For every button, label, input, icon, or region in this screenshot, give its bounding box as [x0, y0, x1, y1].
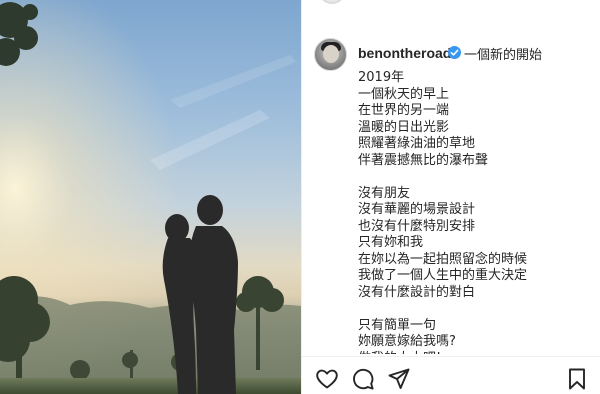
- action-bar: [302, 362, 600, 394]
- heart-icon: [316, 369, 338, 389]
- paper-plane-icon: [388, 368, 410, 389]
- caption-line: 伴著震撼無比的瀑布聲: [358, 152, 489, 168]
- caption-line: 在世界的另一端: [358, 103, 450, 118]
- photo-scene: [0, 0, 301, 394]
- like-button[interactable]: [314, 366, 340, 392]
- post-side-panel: benontheroad 一個新的開始 2019年 一個秋天的早上 在世界的另一端溫…: [302, 0, 600, 394]
- comment-icon: [353, 368, 374, 390]
- header-caption: 一個新的開始: [464, 48, 543, 63]
- avatar[interactable]: [314, 38, 347, 71]
- save-button[interactable]: [564, 366, 590, 392]
- share-button[interactable]: [386, 366, 412, 392]
- username-link[interactable]: benontheroad: [358, 45, 451, 61]
- caption-line: 溫暖的日出光影: [358, 119, 450, 135]
- caption-line: 只有妳和我: [358, 235, 424, 250]
- bookmark-icon: [569, 368, 585, 390]
- verified-badge-icon: [448, 46, 461, 59]
- caption-line: 照耀著綠油油的草地: [358, 136, 476, 151]
- caption-line: 一個秋天的早上: [358, 86, 450, 102]
- caption-line: 做我的太太吧!: [358, 351, 588, 355]
- post-photo[interactable]: [0, 0, 301, 394]
- caption-line: 只有簡單一句: [358, 317, 437, 333]
- caption-line: 妳願意嫁給我嗎?: [358, 334, 456, 349]
- avatar-face: [323, 45, 339, 63]
- caption-line: 沒有朋友: [358, 185, 411, 201]
- post-caption: 2019年 一個秋天的早上 在世界的另一端 溫暖的日出光影 照耀著綠油油的草地 伴著震撼無…: [358, 70, 588, 354]
- caption-line: 2019年: [358, 70, 405, 85]
- caption-line: 沒有華麗的場景設計: [358, 202, 476, 217]
- caption-line: 也沒有什麼特別安排: [358, 218, 476, 234]
- actions-divider: [302, 356, 600, 357]
- comment-button[interactable]: [350, 366, 376, 392]
- previous-comment-avatar[interactable]: [321, 0, 343, 4]
- caption-line: 在妳以為一起拍照留念的時候: [358, 251, 528, 267]
- caption-line: 我做了一個人生中的重大決定: [358, 268, 528, 283]
- caption-line: 沒有什麼設計的對白: [358, 284, 476, 300]
